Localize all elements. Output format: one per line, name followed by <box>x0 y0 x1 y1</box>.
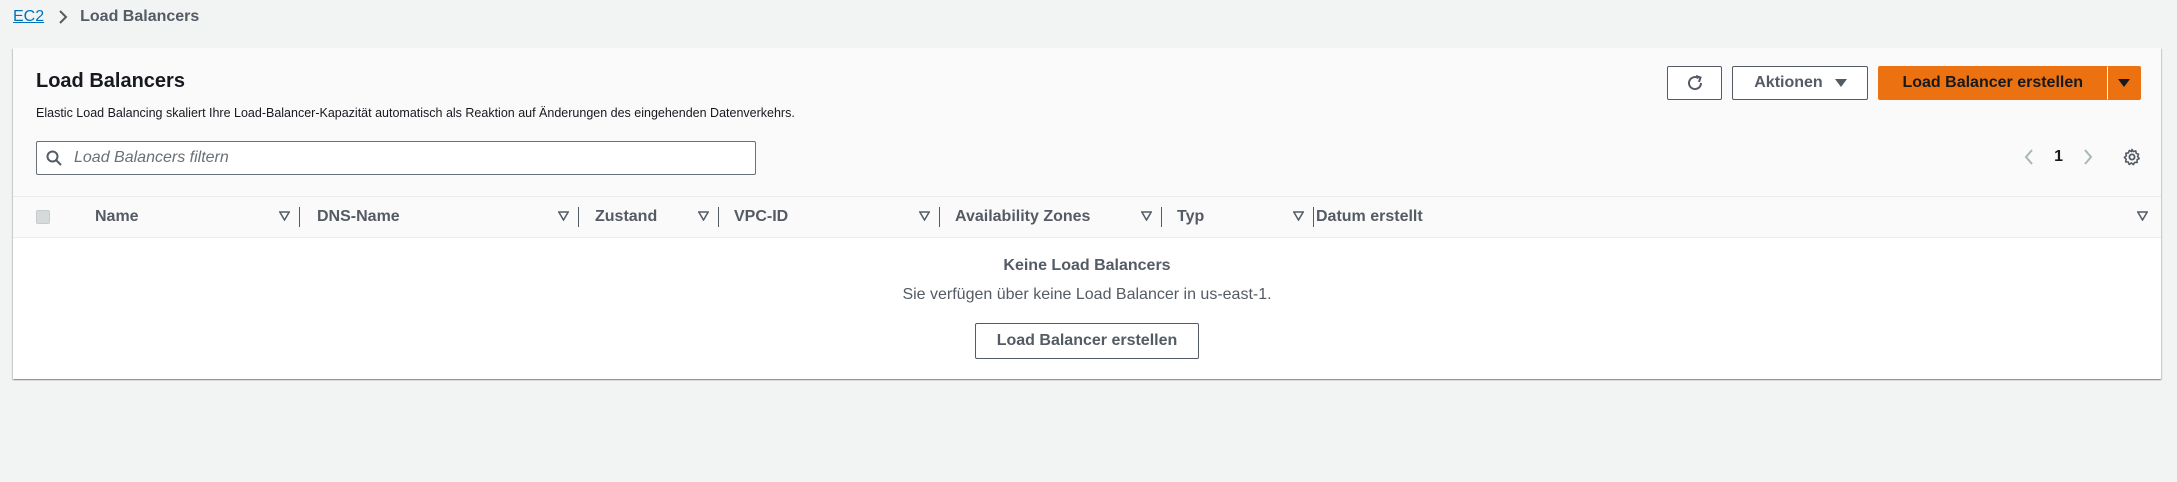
column-divider <box>1161 207 1162 227</box>
create-options-dropdown[interactable] <box>2107 66 2141 100</box>
table-header-row: Name DNS-Name Zustand VPC-ID Availabilit… <box>13 196 2161 238</box>
sort-icon <box>558 211 569 221</box>
header-actions: Aktionen Load Balancer erstellen <box>1667 66 2141 100</box>
column-header-state[interactable]: Zustand <box>595 197 719 237</box>
caret-down-icon <box>2118 78 2130 88</box>
chevron-right-icon <box>58 10 68 24</box>
select-all-checkbox[interactable] <box>36 210 50 224</box>
breadcrumb: EC2 Load Balancers <box>13 8 199 26</box>
previous-page-icon[interactable] <box>2018 149 2040 165</box>
pagination: 1 <box>2018 148 2141 166</box>
column-header-type[interactable]: Typ <box>1177 197 1314 237</box>
sort-icon <box>279 211 290 221</box>
column-divider <box>299 207 300 227</box>
load-balancers-panel: Load Balancers Elastic Load Balancing sk… <box>13 48 2161 379</box>
column-header-date-created[interactable]: Datum erstellt <box>1316 197 2148 237</box>
column-label: Zustand <box>595 208 658 225</box>
column-label: Datum erstellt <box>1316 208 1423 225</box>
empty-state-title: Keine Load Balancers <box>1003 257 1171 274</box>
breadcrumb-current: Load Balancers <box>80 8 200 25</box>
column-header-vpc-id[interactable]: VPC-ID <box>734 197 940 237</box>
current-page-number[interactable]: 1 <box>2054 148 2063 166</box>
empty-create-load-balancer-button[interactable]: Load Balancer erstellen <box>975 323 1199 359</box>
column-label: Typ <box>1177 208 1205 225</box>
settings-gear-icon[interactable] <box>2123 148 2141 166</box>
page-description: Elastic Load Balancing skaliert Ihre Loa… <box>36 106 795 120</box>
column-divider <box>939 207 940 227</box>
refresh-button[interactable] <box>1667 66 1723 100</box>
search-icon <box>46 150 62 166</box>
column-divider <box>578 207 579 227</box>
actions-label: Aktionen <box>1754 74 1823 91</box>
sort-icon <box>919 211 930 221</box>
refresh-icon <box>1686 74 1704 92</box>
sort-icon <box>1141 211 1152 221</box>
page-title: Load Balancers <box>36 70 185 92</box>
column-divider <box>718 207 719 227</box>
actions-dropdown-button[interactable]: Aktionen <box>1732 66 1869 100</box>
sort-icon <box>698 211 709 221</box>
column-divider <box>1313 207 1314 227</box>
empty-state-message: Sie verfügen über keine Load Balancer in… <box>902 286 1272 303</box>
panel-header: Load Balancers Elastic Load Balancing sk… <box>13 48 2161 196</box>
column-header-dns-name[interactable]: DNS-Name <box>317 197 579 237</box>
next-page-icon[interactable] <box>2077 149 2099 165</box>
filter-search-box <box>36 141 756 175</box>
column-label: DNS-Name <box>317 208 400 225</box>
filter-input[interactable] <box>72 148 716 168</box>
caret-down-icon <box>1834 78 1847 88</box>
column-header-name[interactable]: Name <box>95 197 300 237</box>
column-header-availability-zones[interactable]: Availability Zones <box>955 197 1162 237</box>
sort-icon <box>2137 211 2148 221</box>
create-load-balancer-button[interactable]: Load Balancer erstellen <box>1878 66 2107 100</box>
column-label: Name <box>95 208 139 225</box>
column-label: Availability Zones <box>955 208 1091 225</box>
sort-icon <box>1293 211 1304 221</box>
breadcrumb-link-ec2[interactable]: EC2 <box>13 8 44 26</box>
column-label: VPC-ID <box>734 208 789 225</box>
